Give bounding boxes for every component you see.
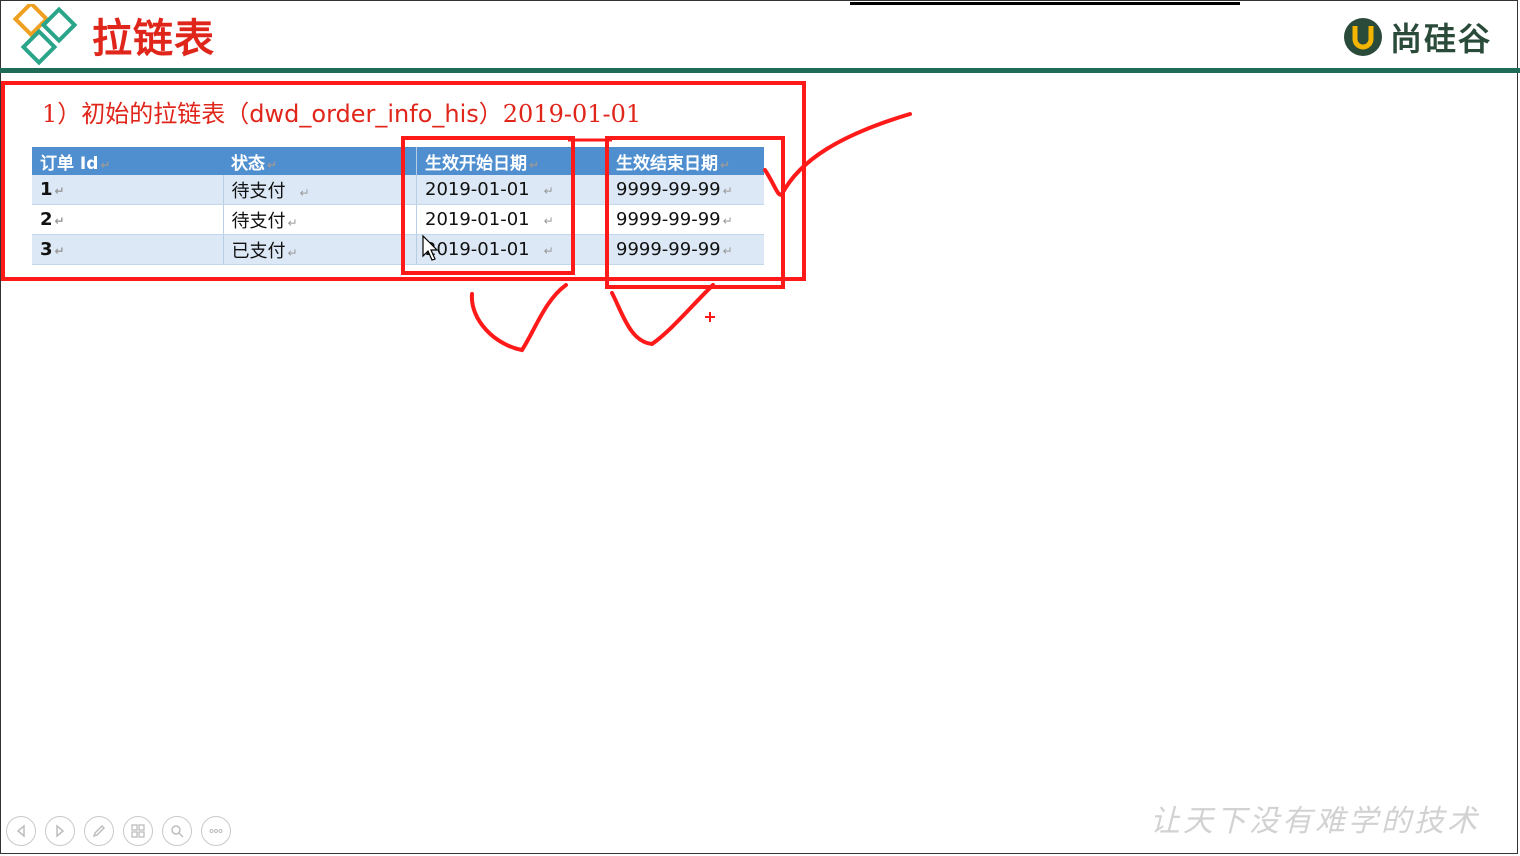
cell-text: 2 — [40, 209, 53, 230]
paragraph-mark-icon: ↵ — [722, 214, 733, 228]
cell-text: 9999-99-99 — [616, 179, 721, 200]
paragraph-mark-icon: ↵ — [54, 214, 65, 228]
cell-end-date: 9999-99-99 ↵ — [608, 204, 764, 235]
next-button[interactable] — [45, 816, 75, 846]
cell-text: 2019-01-01 — [425, 179, 530, 200]
cell-order-id: 1 ↵ — [32, 175, 223, 205]
brand-u-icon — [1343, 18, 1382, 56]
slides-icon — [131, 824, 145, 838]
paragraph-mark-icon: ↵ — [100, 157, 111, 172]
header-end-date: 生效结束日期 ↵ — [608, 147, 764, 175]
pen-icon — [92, 824, 106, 838]
cell-end-date: 9999-99-99 ↵ — [608, 234, 764, 265]
slides-button[interactable] — [123, 816, 153, 846]
annotation-checkmark — [610, 283, 715, 347]
paragraph-mark-icon: ↵ — [287, 245, 298, 260]
paragraph-mark-icon: ↵ — [529, 157, 540, 172]
cell-text: 2019-01-01 — [425, 239, 530, 260]
cell-text: 9999-99-99 — [616, 239, 721, 260]
table-header-row: 订单 Id ↵ 状态 ↵ 生效开始日期 ↵ 生效结束日期 ↵ — [32, 147, 764, 175]
previous-button[interactable] — [6, 816, 36, 846]
paragraph-mark-icon: ↵ — [54, 244, 65, 258]
diamond-logo-icon — [12, 4, 78, 66]
header-status: 状态 ↵ — [223, 147, 417, 175]
header-rule — [0, 68, 1520, 73]
watermark-slogan: 让天下没有难学的技术 — [1150, 804, 1480, 839]
brand-name: 尚硅谷 — [1389, 20, 1492, 58]
cell-text: 2019-01-01 — [425, 209, 530, 230]
paragraph-mark-icon: ↵ — [531, 244, 554, 258]
cell-order-id: 2 ↵ — [32, 204, 223, 235]
header-label: 订单 Id — [40, 153, 99, 174]
cell-order-id: 3 ↵ — [32, 234, 223, 265]
crosshair-cursor-icon — [705, 312, 715, 322]
cell-start-date: 2019-01-01 ↵ — [416, 234, 608, 265]
annotation-checkmark — [469, 283, 568, 353]
top-edge-line — [850, 2, 1240, 5]
paragraph-mark-icon: ↵ — [267, 157, 278, 172]
paragraph-mark-icon: ↵ — [54, 184, 65, 198]
cell-text: 待支付 — [231, 180, 286, 202]
table-row: 2 ↵ 待支付 ↵ 2019-01-01 ↵ 9999-99-99 ↵ — [32, 204, 764, 235]
table-row: 3 ↵ 已支付 ↵ 2019-01-01 ↵ 9999-99-99 ↵ — [32, 234, 764, 265]
cell-text: 已支付 — [231, 240, 286, 262]
cell-status: 已支付 ↵ — [222, 234, 417, 265]
slideshow-toolbar — [6, 816, 231, 846]
header-label: 生效结束日期 — [616, 153, 718, 174]
paragraph-mark-icon: ↵ — [720, 157, 731, 172]
previous-icon — [16, 824, 25, 838]
subtitle-suffix: ）2019-01-01 — [478, 100, 642, 128]
subtitle-table-name: dwd_order_info_his — [249, 100, 479, 128]
header-start-date: 生效开始日期 ↵ — [416, 147, 608, 175]
subtitle-prefix: 1）初始的拉链表（ — [42, 100, 250, 128]
header-label: 状态 — [231, 153, 265, 174]
paragraph-mark-icon: ↵ — [722, 244, 733, 258]
cell-status: 待支付 ↵ — [222, 175, 417, 205]
cell-text: 待支付 — [231, 210, 286, 232]
next-icon — [56, 824, 65, 838]
paragraph-mark-icon: ↵ — [531, 214, 554, 228]
table-row: 1 ↵ 待支付 ↵ 2019-01-01 ↵ 9999-99-99 ↵ — [32, 175, 764, 205]
header-order-id: 订单 Id ↵ — [32, 147, 223, 175]
cell-start-date: 2019-01-01 ↵ — [416, 175, 608, 205]
zoom-icon — [171, 825, 184, 838]
zoom-button[interactable] — [162, 816, 192, 846]
cell-end-date: 9999-99-99 ↵ — [608, 175, 764, 205]
header-label: 生效开始日期 — [425, 153, 527, 174]
more-icon — [209, 829, 223, 833]
cell-start-date: 2019-01-01 ↵ — [416, 204, 608, 235]
paragraph-mark-icon: ↵ — [531, 184, 554, 198]
paragraph-mark-icon: ↵ — [722, 184, 733, 198]
zipper-table: 订单 Id ↵ 状态 ↵ 生效开始日期 ↵ 生效结束日期 ↵ 1 ↵ 待支付 ↵ 2019… — [32, 147, 764, 265]
cell-text: 1 — [40, 179, 53, 200]
brand-logo: 尚硅谷 — [1342, 14, 1492, 60]
cell-status: 待支付 ↵ — [222, 204, 417, 235]
cell-text: 9999-99-99 — [616, 209, 721, 230]
paragraph-mark-icon: ↵ — [287, 215, 298, 230]
cell-text: 3 — [40, 239, 53, 260]
more-button[interactable] — [201, 816, 231, 846]
pen-button[interactable] — [84, 816, 114, 846]
annotation-checkmark — [763, 112, 912, 197]
paragraph-mark-icon: ↵ — [287, 185, 310, 200]
slide-title: 拉链表 — [92, 16, 215, 62]
section-subtitle: 1）初始的拉链表（dwd_order_info_his）2019-01-01 — [42, 98, 641, 130]
